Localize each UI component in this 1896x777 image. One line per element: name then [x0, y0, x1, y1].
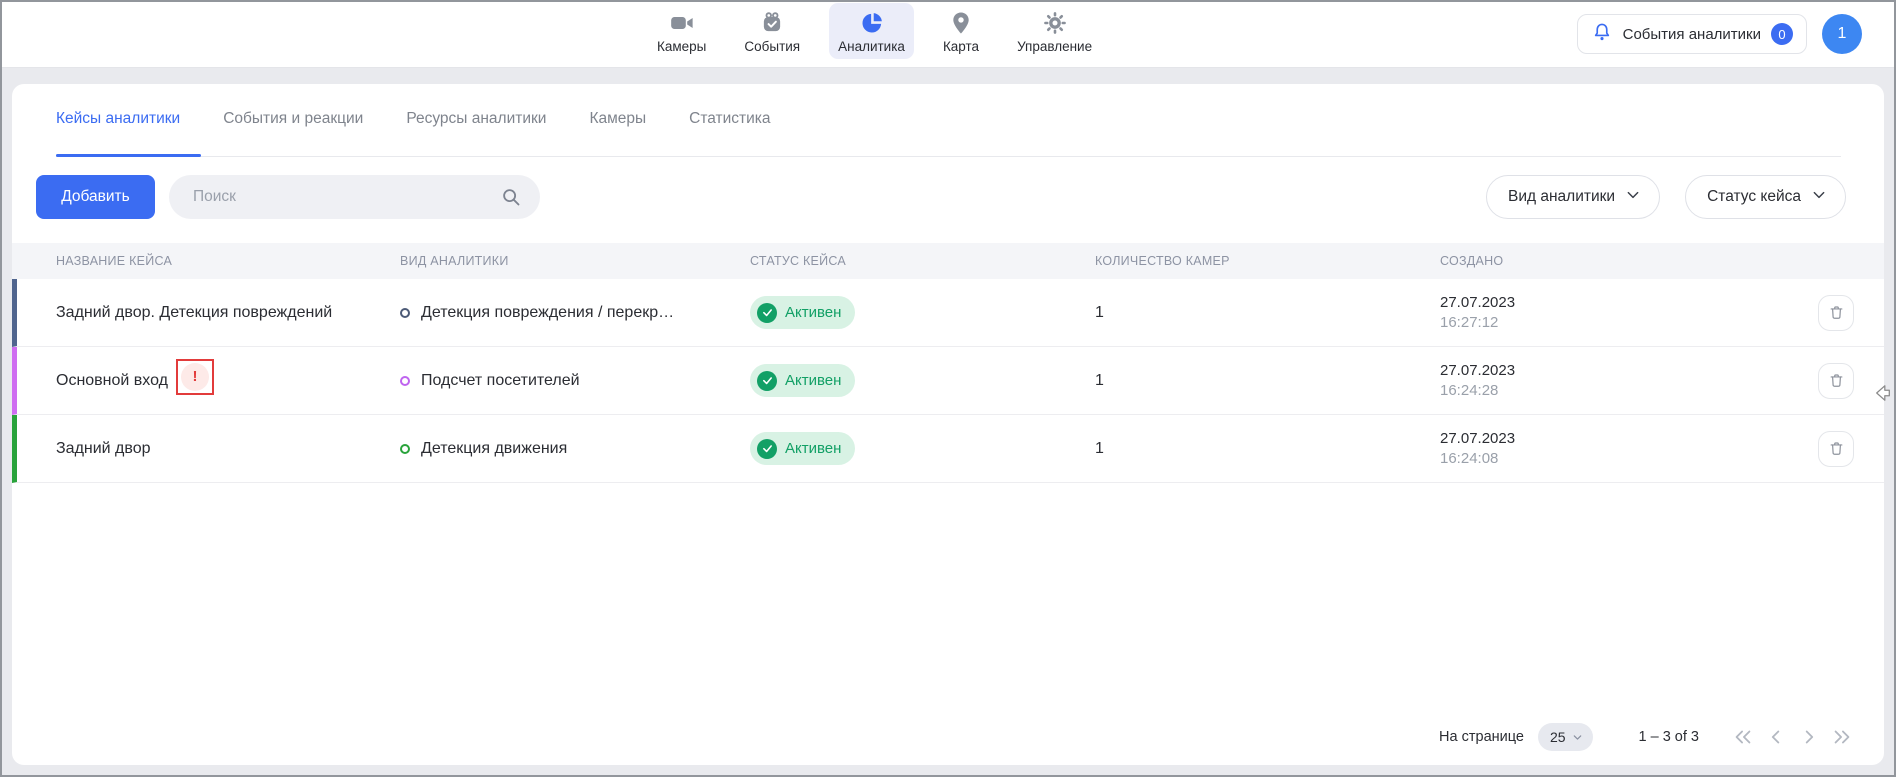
status-badge: Активен — [750, 364, 855, 397]
tab-cameras[interactable]: Камеры — [589, 110, 646, 128]
delete-case-button[interactable] — [1818, 295, 1854, 331]
analytics-type-label: Подсчет посетителей — [421, 372, 580, 390]
mouse-cursor-artifact — [1874, 383, 1892, 408]
events-icon — [759, 10, 785, 36]
camera-count: 1 — [1095, 440, 1440, 458]
tab-statistics[interactable]: Статистика — [689, 110, 770, 128]
gear-icon — [1042, 10, 1068, 36]
map-pin-icon — [948, 10, 974, 36]
search-icon[interactable] — [500, 186, 522, 208]
nav-label: Управление — [1017, 39, 1092, 54]
per-page-label: На странице — [1439, 729, 1524, 745]
nav-item-map[interactable]: Карта — [934, 3, 988, 59]
tab-analytics-cases[interactable]: Кейсы аналитики — [56, 110, 180, 128]
case-status-filter-label: Статус кейса — [1707, 188, 1801, 206]
case-status-filter[interactable]: Статус кейса — [1685, 175, 1846, 219]
check-icon — [757, 439, 777, 459]
nav-label: Камеры — [657, 39, 706, 54]
table-row[interactable]: Задний двор Детекция движения Активен 1 … — [12, 415, 1884, 483]
tabs-divider — [56, 156, 1841, 157]
created-date: 27.07.2023 — [1440, 429, 1758, 449]
status-label: Активен — [785, 304, 841, 321]
case-name: Задний двор — [17, 440, 400, 458]
analytics-type-label: Детекция движения — [421, 440, 567, 458]
analytics-events-label: События аналитики — [1623, 26, 1761, 43]
status-label: Активен — [785, 440, 841, 457]
per-page-value: 25 — [1550, 729, 1566, 745]
table-body: Задний двор. Детекция повреждений Детекц… — [12, 279, 1884, 483]
section-tabs: Кейсы аналитики События и реакции Ресурс… — [56, 110, 771, 128]
status-badge: Активен — [750, 432, 855, 465]
table-row[interactable]: Задний двор. Детекция повреждений Детекц… — [12, 279, 1884, 347]
top-bar: Камеры События Аналитика Карта Управлени — [0, 0, 1896, 68]
nav-item-analytics[interactable]: Аналитика — [829, 3, 914, 59]
analytics-type-filter[interactable]: Вид аналитики — [1486, 175, 1660, 219]
last-page-icon[interactable] — [1831, 726, 1853, 748]
created-time: 16:24:28 — [1440, 381, 1758, 401]
analytics-type-ring-icon — [400, 376, 410, 386]
analytics-type-filter-label: Вид аналитики — [1508, 188, 1615, 206]
events-count-badge: 0 — [1771, 23, 1793, 45]
analytics-events-button[interactable]: События аналитики 0 — [1577, 14, 1807, 54]
column-header-created: СОЗДАНО — [1440, 254, 1758, 268]
created-time: 16:24:08 — [1440, 449, 1758, 469]
created-date: 27.07.2023 — [1440, 293, 1758, 313]
video-camera-icon — [669, 10, 695, 36]
table-row[interactable]: Основной вход ! Подсчет посетителей Акти… — [12, 347, 1884, 415]
first-page-icon[interactable] — [1732, 726, 1754, 748]
pager-buttons — [1732, 726, 1853, 748]
pie-chart-icon — [859, 10, 885, 36]
created-date: 27.07.2023 — [1440, 361, 1758, 381]
delete-case-button[interactable] — [1818, 363, 1854, 399]
delete-case-button[interactable] — [1818, 431, 1854, 467]
analytics-type-ring-icon — [400, 444, 410, 454]
user-avatar[interactable]: 1 — [1822, 14, 1862, 54]
table-header: НАЗВАНИЕ КЕЙСА ВИД АНАЛИТИКИ СТАТУС КЕЙС… — [12, 243, 1884, 279]
add-case-button[interactable]: Добавить — [36, 175, 155, 219]
tab-events-reactions[interactable]: События и реакции — [223, 110, 363, 128]
per-page-select[interactable]: 25 — [1538, 723, 1593, 751]
search-input[interactable] — [169, 188, 500, 206]
analytics-type-ring-icon — [400, 308, 410, 318]
active-tab-underline — [56, 154, 201, 157]
filters: Вид аналитики Статус кейса — [1486, 175, 1846, 219]
page-range-label: 1 – 3 of 3 — [1639, 729, 1699, 745]
pagination-bar: На странице 25 1 – 3 of 3 — [12, 717, 1884, 757]
column-header-analytics-type: ВИД АНАЛИТИКИ — [400, 254, 750, 268]
bell-icon — [1591, 21, 1613, 48]
nav-label: Карта — [943, 39, 979, 54]
prev-page-icon[interactable] — [1765, 726, 1787, 748]
camera-count: 1 — [1095, 304, 1440, 322]
tab-analytics-resources[interactable]: Ресурсы аналитики — [406, 110, 546, 128]
nav-item-management[interactable]: Управление — [1008, 3, 1101, 59]
check-icon — [757, 303, 777, 323]
column-header-case-name: НАЗВАНИЕ КЕЙСА — [12, 254, 400, 268]
case-name: Основной вход — [56, 372, 168, 390]
next-page-icon[interactable] — [1798, 726, 1820, 748]
main-navigation: Камеры События Аналитика Карта Управлени — [648, 3, 1101, 59]
check-icon — [757, 371, 777, 391]
chevron-down-icon — [1811, 187, 1827, 208]
nav-item-cameras[interactable]: Камеры — [648, 3, 715, 59]
top-bar-right: События аналитики 0 1 — [1577, 14, 1862, 54]
warning-icon: ! — [181, 363, 209, 391]
nav-label: Аналитика — [838, 39, 905, 54]
analytics-type-label: Детекция повреждения / перекр… — [421, 304, 674, 322]
nav-item-events[interactable]: События — [735, 3, 809, 59]
status-label: Активен — [785, 372, 841, 389]
created-time: 16:27:12 — [1440, 313, 1758, 333]
case-name: Задний двор. Детекция повреждений — [17, 304, 400, 322]
alert-highlight-box: ! — [176, 359, 214, 395]
camera-count: 1 — [1095, 372, 1440, 390]
search-box — [169, 175, 540, 219]
analytics-cases-panel: Кейсы аналитики События и реакции Ресурс… — [12, 84, 1884, 765]
nav-label: События — [744, 39, 800, 54]
chevron-down-icon — [1625, 187, 1641, 208]
column-header-case-status: СТАТУС КЕЙСА — [750, 254, 1095, 268]
status-badge: Активен — [750, 296, 855, 329]
column-header-camera-count: КОЛИЧЕСТВО КАМЕР — [1095, 254, 1440, 268]
chevron-down-icon — [1572, 732, 1583, 743]
